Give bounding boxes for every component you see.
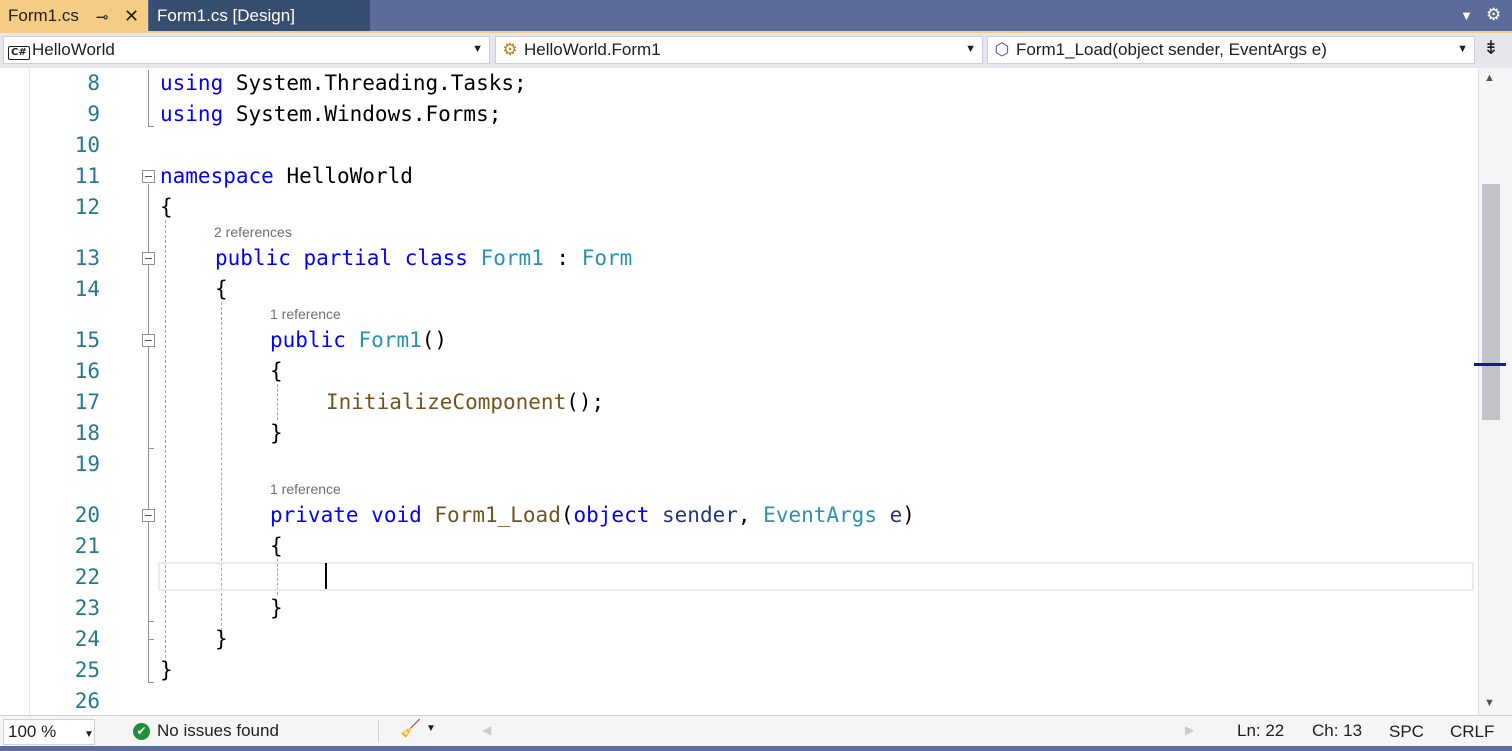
line-number: 25: [74, 658, 100, 682]
member-dropdown-label: Form1_Load(object sender, EventArgs e): [1016, 40, 1327, 59]
collapse-icon[interactable]: [142, 170, 155, 183]
line-number: 26: [74, 689, 100, 713]
scrollbar-thumb[interactable]: [1482, 184, 1500, 420]
collapse-icon[interactable]: [142, 334, 155, 347]
chevron-down-icon[interactable]: ▼: [84, 729, 94, 740]
line-number: 20: [74, 503, 100, 527]
issues-text: No issues found: [157, 721, 279, 740]
code-line[interactable]: {: [160, 194, 173, 220]
type-dropdown[interactable]: ⚙ HelloWorld.Form1 ▼: [495, 36, 983, 64]
document-tab-strip: Form1.cs ⊸ ✕ Form1.cs [Design] ▼ ⚙: [0, 0, 1512, 33]
line-number: 15: [74, 328, 100, 352]
scroll-down-icon[interactable]: ▼: [1484, 697, 1495, 709]
collapse-icon[interactable]: [142, 509, 155, 522]
code-line[interactable]: private void Form1_Load(object sender, E…: [270, 502, 915, 528]
code-lens-references[interactable]: 2 references: [214, 224, 292, 240]
line-number: 23: [74, 596, 100, 620]
code-cleanup-icon[interactable]: 🧹: [400, 719, 421, 739]
outline-bracket-end: [148, 621, 154, 622]
code-line[interactable]: }: [270, 420, 283, 446]
line-indicator[interactable]: Ln: 22: [1237, 721, 1284, 741]
chevron-down-icon[interactable]: ▼: [426, 723, 436, 734]
issues-indicator[interactable]: ✔ No issues found: [133, 721, 279, 741]
project-dropdown[interactable]: C# HelloWorld ▼: [3, 36, 490, 64]
code-line[interactable]: namespace HelloWorld: [160, 163, 413, 189]
line-number: 9: [87, 102, 100, 126]
tab-form1-design[interactable]: Form1.cs [Design]: [149, 0, 370, 31]
code-lens-references[interactable]: 1 reference: [270, 481, 341, 497]
code-line[interactable]: {: [270, 533, 283, 559]
window-border: [0, 746, 1512, 751]
class-icon: ⚙: [502, 40, 518, 59]
member-dropdown[interactable]: ⬡ Form1_Load(object sender, EventArgs e)…: [987, 36, 1475, 64]
code-line[interactable]: }: [215, 626, 228, 652]
line-ending-indicator[interactable]: CRLF: [1450, 722, 1494, 742]
close-icon[interactable]: ✕: [124, 6, 139, 27]
whitespace-indicator[interactable]: SPC: [1389, 722, 1424, 742]
code-line[interactable]: {: [270, 358, 283, 384]
code-lens-references[interactable]: 1 reference: [270, 306, 341, 322]
chevron-down-icon[interactable]: ▼: [965, 43, 976, 55]
type-dropdown-label: HelloWorld.Form1: [524, 40, 661, 59]
outline-bracket-end: [148, 682, 154, 683]
current-line-highlight: [158, 562, 1474, 591]
code-editor[interactable]: 8 9 10 11 12 13 14 15 16 17 18 19 20 21 …: [0, 68, 1478, 715]
line-number: 8: [87, 71, 100, 95]
gear-icon[interactable]: ⚙: [1486, 5, 1501, 25]
code-line[interactable]: InitializeComponent();: [326, 389, 604, 415]
zoom-level: 100 %: [8, 722, 57, 741]
code-line[interactable]: using System.Threading.Tasks;: [160, 70, 527, 96]
code-line[interactable]: {: [215, 276, 228, 302]
split-editor-icon[interactable]: ⇟: [1483, 37, 1499, 60]
tab-form1-cs[interactable]: Form1.cs ⊸ ✕: [0, 0, 148, 31]
line-number: 22: [74, 565, 100, 589]
tab-label: Form1.cs [Design]: [157, 5, 295, 25]
project-dropdown-label: HelloWorld: [32, 40, 115, 59]
code-line[interactable]: public Form1(): [270, 327, 447, 353]
chevron-down-icon[interactable]: ▼: [1460, 8, 1473, 23]
chevron-down-icon[interactable]: ▼: [472, 43, 483, 55]
code-line[interactable]: }: [270, 595, 283, 621]
tab-label: Form1.cs: [8, 5, 79, 25]
collapse-icon[interactable]: [142, 252, 155, 265]
navigation-bar: C# HelloWorld ▼ ⚙ HelloWorld.Form1 ▼ ⬡ F…: [0, 33, 1512, 68]
outline-bracket: [148, 70, 149, 126]
column-indicator[interactable]: Ch: 13: [1312, 721, 1362, 741]
zoom-dropdown[interactable]: 100 % ▼: [3, 719, 95, 745]
private-method-icon: ⬡: [994, 40, 1010, 59]
outline-bracket-end: [148, 126, 154, 127]
line-number: 21: [74, 534, 100, 558]
csharp-project-icon: C#: [8, 40, 30, 60]
outline-bracket-end: [148, 448, 154, 449]
line-number: 19: [74, 452, 100, 476]
line-number: 13: [74, 246, 100, 270]
code-line[interactable]: public partial class Form1 : Form: [215, 245, 632, 271]
chevron-down-icon[interactable]: ▼: [1457, 43, 1468, 55]
code-line[interactable]: using System.Windows.Forms;: [160, 101, 501, 127]
line-number: 18: [74, 421, 100, 445]
line-number: 16: [74, 359, 100, 383]
line-number: 24: [74, 627, 100, 651]
line-number: 11: [74, 164, 100, 188]
structure-guide: [165, 220, 166, 668]
code-line[interactable]: }: [160, 657, 173, 683]
text-caret: [325, 563, 327, 589]
pin-icon[interactable]: ⊸: [96, 8, 109, 26]
structure-guide: [277, 384, 278, 420]
line-number: 10: [74, 133, 100, 157]
scroll-up-icon[interactable]: ▲: [1484, 72, 1495, 84]
divider: [378, 720, 379, 742]
caret-position-marker: [1474, 363, 1506, 366]
scroll-right-icon[interactable]: ▶: [1185, 723, 1194, 737]
line-number: 14: [74, 277, 100, 301]
scroll-left-icon[interactable]: ◀: [482, 723, 491, 737]
check-circle-icon: ✔: [133, 722, 150, 740]
line-number: 17: [74, 390, 100, 414]
outline-bracket-end: [148, 639, 154, 640]
line-number: 12: [74, 195, 100, 219]
indicator-margin[interactable]: [0, 68, 30, 715]
